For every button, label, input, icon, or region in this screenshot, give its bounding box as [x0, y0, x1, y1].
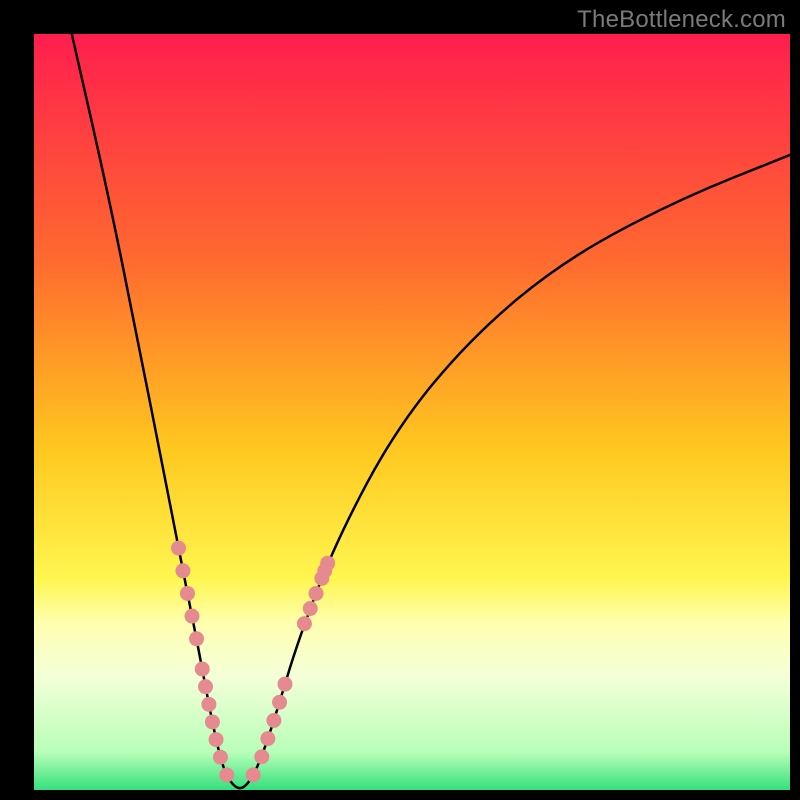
data-marker [320, 556, 335, 571]
data-marker [198, 679, 213, 694]
data-marker [209, 732, 224, 747]
data-marker [303, 601, 318, 616]
data-marker [254, 749, 269, 764]
chart-container: TheBottleneck.com [0, 0, 800, 800]
data-marker [219, 767, 234, 782]
data-marker [189, 631, 204, 646]
plot-area [34, 34, 790, 790]
data-marker [266, 713, 281, 728]
data-marker [195, 662, 210, 677]
data-marker [272, 695, 287, 710]
data-marker [201, 697, 216, 712]
data-marker [185, 609, 200, 624]
data-marker [246, 767, 261, 782]
watermark-label: TheBottleneck.com [577, 6, 786, 34]
data-marker [309, 586, 324, 601]
data-marker [277, 677, 292, 692]
data-marker [297, 616, 312, 631]
data-marker [205, 714, 220, 729]
data-marker [260, 731, 275, 746]
data-marker [180, 586, 195, 601]
data-marker [171, 541, 186, 556]
data-marker [213, 750, 228, 765]
data-marker [175, 563, 190, 578]
plot-svg [34, 34, 790, 790]
